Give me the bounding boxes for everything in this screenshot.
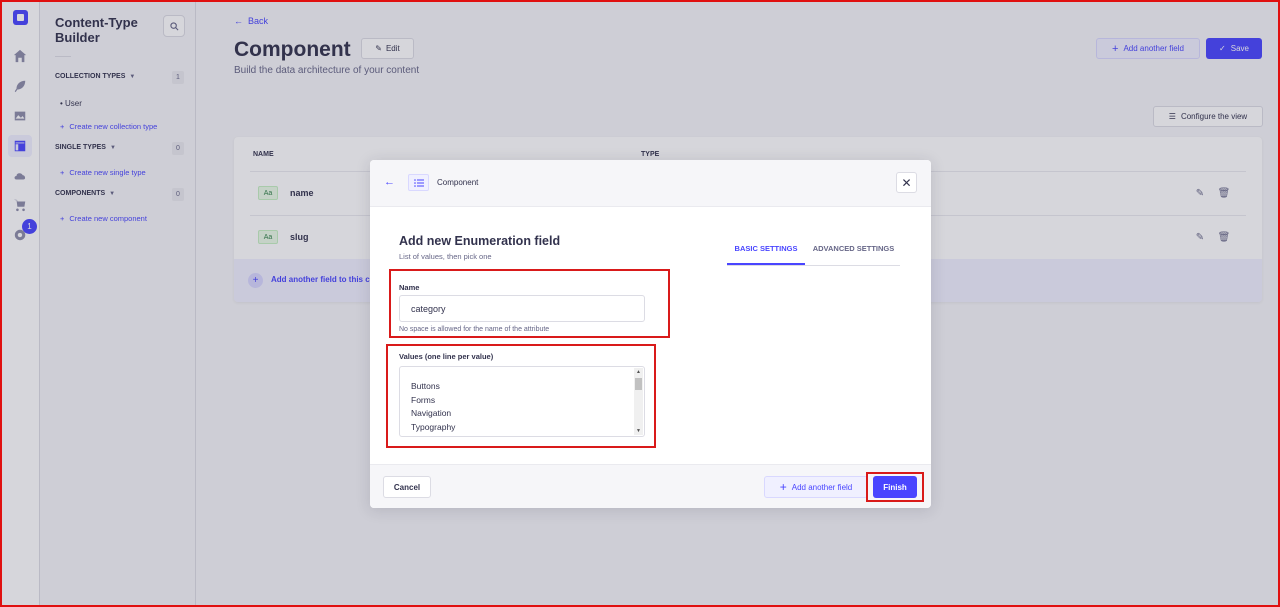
add-enumeration-field-modal: ← Component ✕ Add new Enumeration field … [370, 160, 931, 508]
modal-footer: Cancel + Add another field Finish [370, 464, 931, 508]
finish-button[interactable]: Finish [873, 476, 917, 498]
add-another-field-modal-label: Add another field [791, 482, 853, 492]
cancel-button[interactable]: Cancel [383, 476, 431, 498]
arrow-left-icon[interactable]: ← [384, 176, 395, 188]
value-line: Typography [411, 421, 456, 432]
modal-header: ← Component ✕ [370, 160, 931, 207]
scroll-down-arrow-icon[interactable]: ▼ [636, 428, 641, 434]
modal-subtitle: List of values, then pick one [399, 252, 492, 261]
value-line: Buttons [411, 381, 440, 391]
modal-title: Add new Enumeration field [399, 234, 561, 248]
tab-advanced-settings[interactable]: ADVANCED SETTINGS [807, 244, 900, 265]
name-input-value: category [411, 303, 446, 314]
scrollbar-thumb[interactable] [635, 378, 642, 390]
values-textarea[interactable]: Buttons Forms Navigation Typography ▲ ▼ [399, 366, 645, 437]
close-icon: ✕ [901, 175, 912, 190]
name-field-label: Name [399, 283, 420, 292]
add-another-field-modal-button[interactable]: + Add another field [764, 476, 868, 498]
scroll-up-arrow-icon[interactable]: ▲ [636, 369, 641, 375]
tabs-divider [727, 265, 900, 266]
modal-breadcrumb: Component [437, 178, 479, 187]
close-button[interactable]: ✕ [896, 172, 917, 193]
values-scrollbar[interactable]: ▲ ▼ [634, 368, 643, 435]
tab-basic-settings[interactable]: BASIC SETTINGS [727, 244, 805, 265]
value-line: Forms [411, 394, 436, 405]
values-lines: Buttons Forms Navigation Typography [411, 380, 455, 434]
name-field-hint: No space is allowed for the name of the … [399, 326, 550, 333]
value-line: Navigation [411, 408, 452, 419]
values-field-label: Values (one line per value) [399, 352, 494, 361]
name-input[interactable]: category [399, 295, 645, 322]
enumeration-type-icon [408, 174, 429, 191]
plus-icon: + [779, 480, 787, 494]
